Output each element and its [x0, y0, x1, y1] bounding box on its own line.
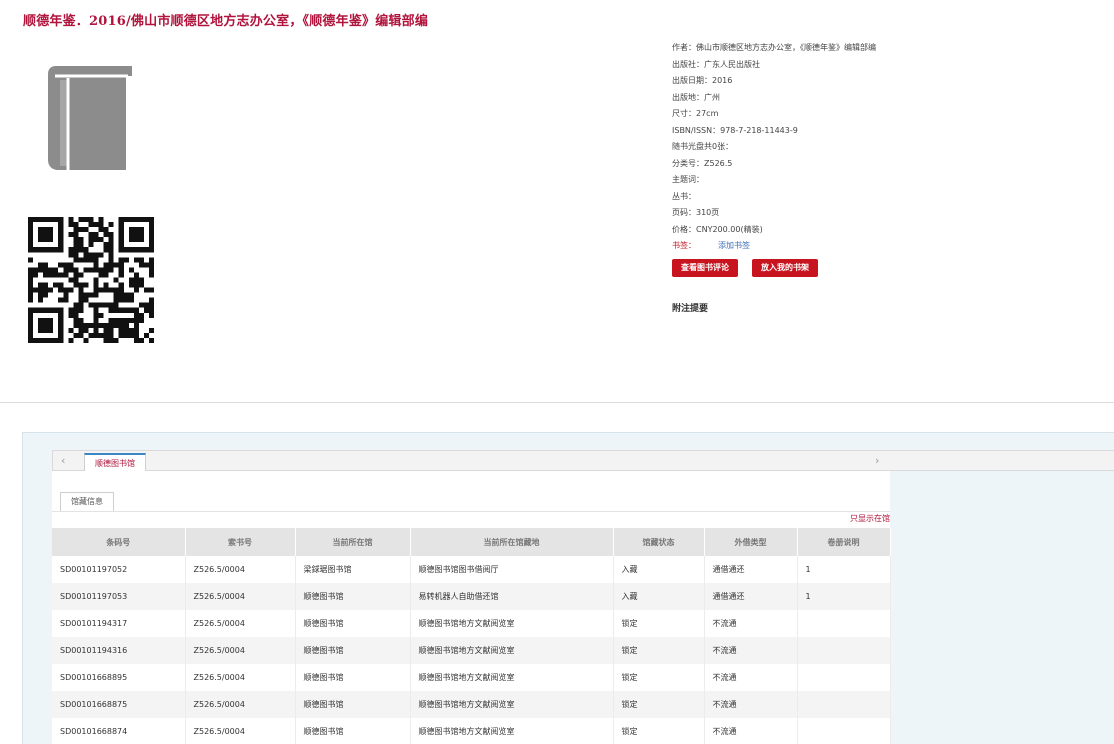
cell: SD00101668875: [52, 691, 186, 718]
chevron-right-icon[interactable]: ›: [875, 454, 879, 467]
action-buttons: 查看图书评论 放入我的书架: [672, 259, 832, 277]
tab-shunde-library[interactable]: 顺德图书馆: [84, 453, 146, 472]
notes-heading: 附注提要: [672, 304, 709, 314]
meta-size: 尺寸：27cm: [672, 109, 719, 118]
cell: 不流通: [704, 610, 798, 637]
cell: SD00101668895: [52, 664, 186, 691]
cell: Z526.5/0004: [185, 691, 296, 718]
cell: 顺德图书馆图书借阅厅: [410, 556, 614, 583]
cell: 不流通: [704, 691, 798, 718]
col-current-library: 当前所在馆: [295, 528, 411, 556]
cell: 入藏: [613, 583, 705, 610]
meta-pages: 页码：310页: [672, 208, 720, 217]
cell: 顺德图书馆: [295, 691, 411, 718]
tab-holdings-info[interactable]: 馆藏信息: [60, 492, 114, 512]
table-row: SD00101197053 Z526.5/0004 顺德图书馆 易转机器人自助借还馆入…: [52, 583, 891, 610]
chevron-left-icon[interactable]: ‹: [61, 454, 65, 467]
cell: 顺德图书馆: [295, 610, 411, 637]
cell: 顺德图书馆地方文献阅览室: [410, 718, 614, 744]
cell: 顺德图书馆: [295, 718, 411, 744]
cell: [797, 637, 891, 664]
holdings-table: 条码号 索书号 当前所在馆 当前所在馆藏地 馆藏状态 外借类型 卷册说明 SD0…: [52, 528, 891, 744]
cell: 锁定: [613, 718, 705, 744]
meta-author: 作者：佛山市顺德区地方志办公室，《顺德年鉴》编辑部编: [672, 43, 876, 52]
divider: [0, 402, 1114, 403]
meta-date: 出版日期：2016: [672, 76, 733, 85]
cell: 梁銶琚图书馆: [295, 556, 411, 583]
table-row: SD00101194317 Z526.5/0004 顺德图书馆 顺德图书馆地方文献阅览…: [52, 610, 891, 637]
col-volume-note: 卷册说明: [797, 528, 891, 556]
cell: SD00101668874: [52, 718, 186, 744]
col-barcode: 条码号: [52, 528, 186, 556]
book-icon: [48, 66, 132, 170]
only-in-library-link[interactable]: 只显示在馆: [850, 513, 890, 524]
cell: 顺德图书馆: [295, 583, 411, 610]
meta-disc: 随书光盘共0张：: [672, 142, 734, 151]
meta-tags: 书签： 添加书签: [672, 241, 750, 250]
cell: Z526.5/0004: [185, 610, 296, 637]
qr-modules: [28, 217, 154, 343]
cell: [797, 610, 891, 637]
cell: Z526.5/0004: [185, 556, 296, 583]
col-call-number: 索书号: [185, 528, 296, 556]
meta-place: 出版地：广州: [672, 92, 720, 102]
cell: 锁定: [613, 664, 705, 691]
meta-publisher: 出版社：广东人民出版社: [672, 59, 760, 69]
cell: SD00101194316: [52, 637, 186, 664]
cell: Z526.5/0004: [185, 718, 296, 744]
qr-code: [28, 217, 154, 343]
cell: 顺德图书馆: [295, 664, 411, 691]
cell: Z526.5/0004: [185, 637, 296, 664]
cell: [797, 691, 891, 718]
table-row: SD00101194316 Z526.5/0004 顺德图书馆 顺德图书馆地方文献阅览…: [52, 637, 891, 664]
cell: SD00101194317: [52, 610, 186, 637]
holdings-content: 馆藏信息 只显示在馆 条码号 索书号 当前所在馆 当前所在馆藏地 馆藏状态 外借…: [52, 471, 891, 744]
col-current-location: 当前所在馆藏地: [410, 528, 614, 556]
meta-isbn: ISBN/ISSN：978-7-218-11443-9: [672, 125, 798, 135]
col-status: 馆藏状态: [613, 528, 705, 556]
table-row: SD00101668895 Z526.5/0004 顺德图书馆 顺德图书馆地方文献阅览…: [52, 664, 891, 691]
add-to-shelf-button[interactable]: 放入我的书架: [752, 259, 818, 277]
meta-series: 丛书：: [672, 191, 696, 201]
page-title: 顺德年鉴．2016/佛山市顺德区地方志办公室，《顺德年鉴》编辑部编: [23, 14, 429, 29]
book-metadata: 作者：佛山市顺德区地方志办公室，《顺德年鉴》编辑部编 出版社：广东人民出版社 出…: [672, 40, 972, 255]
cell: 不流通: [704, 637, 798, 664]
meta-subject: 主题词：: [672, 175, 704, 184]
meta-price: 价格：CNY200.00(精装): [672, 224, 763, 234]
cell: 1: [797, 583, 891, 610]
cell: 1: [797, 556, 891, 583]
cell: 顺德图书馆地方文献阅览室: [410, 664, 614, 691]
cell: 锁定: [613, 637, 705, 664]
cell: 顺德图书馆地方文献阅览室: [410, 637, 614, 664]
cell: SD00101197053: [52, 583, 186, 610]
cell: 通借通还: [704, 583, 798, 610]
cell: 入藏: [613, 556, 705, 583]
table-row: SD00101668874 Z526.5/0004 顺德图书馆 顺德图书馆地方文献阅览…: [52, 718, 891, 744]
cell: 顺德图书馆: [295, 637, 411, 664]
cell: [797, 718, 891, 744]
cell: 顺德图书馆地方文献阅览室: [410, 691, 614, 718]
table-row: SD00101197052 Z526.5/0004 梁銶琚图书馆 顺德图书馆图书借阅厅…: [52, 556, 891, 583]
library-tabbar: ‹ 顺德图书馆 ›: [52, 450, 1114, 472]
cell: 不流通: [704, 718, 798, 744]
cell: 易转机器人自助借还馆: [410, 583, 614, 610]
subtab-divider: [52, 511, 890, 512]
cell: [797, 664, 891, 691]
cell: 通借通还: [704, 556, 798, 583]
cell: 锁定: [613, 610, 705, 637]
view-reviews-button[interactable]: 查看图书评论: [672, 259, 738, 277]
cell: Z526.5/0004: [185, 583, 296, 610]
meta-classification: 分类号：Z526.5: [672, 158, 733, 168]
cell: 锁定: [613, 691, 705, 718]
cell: 顺德图书馆地方文献阅览室: [410, 610, 614, 637]
add-tag-link[interactable]: 添加书签: [718, 241, 750, 250]
table-row: SD00101668875 Z526.5/0004 顺德图书馆 顺德图书馆地方文献阅览…: [52, 691, 891, 718]
table-header-row: 条码号 索书号 当前所在馆 当前所在馆藏地 馆藏状态 外借类型 卷册说明: [52, 528, 891, 556]
col-loan-type: 外借类型: [704, 528, 798, 556]
cell: 不流通: [704, 664, 798, 691]
cell: Z526.5/0004: [185, 664, 296, 691]
cell: SD00101197052: [52, 556, 186, 583]
